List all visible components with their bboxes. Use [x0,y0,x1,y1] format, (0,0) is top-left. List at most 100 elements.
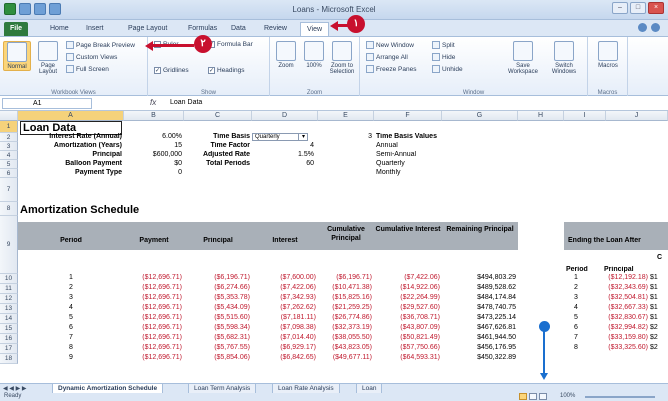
zoom-slider[interactable] [585,396,655,398]
basis-annual[interactable]: Annual [376,142,442,149]
gridlines-check[interactable]: ✓ [154,67,161,74]
amortization-cum-interest-cell[interactable]: ($22,264.99) [374,294,440,301]
amortization-interest-cell[interactable]: ($7,600.00) [252,274,316,281]
amortization-payment-cell[interactable]: ($12,696.71) [124,324,182,331]
time-basis-values-title[interactable]: Time Basis Values [376,133,466,140]
ending-period-cell[interactable]: 6 [566,324,586,331]
ending-principal-cell[interactable]: ($32,667.33) [590,304,648,311]
amortization-cum-principal-cell[interactable]: ($32,373.19) [318,324,372,331]
basis-semi-annual[interactable]: Semi-Annual [376,151,442,158]
column-header-b[interactable]: B [124,111,184,121]
normal-view-icon[interactable] [519,393,527,400]
arrange-all-button[interactable]: Arrange All [366,53,408,61]
header-period[interactable]: Period [18,237,124,244]
label-interest-rate[interactable]: Interest Rate (Annual) [18,133,122,140]
tab-insert[interactable]: Insert [80,22,110,36]
ending-period-cell[interactable]: 8 [566,344,586,351]
label-total-periods[interactable]: Total Periods [184,160,250,167]
hide-button[interactable]: Hide [432,53,455,61]
headings-check[interactable]: ✓ [208,67,215,74]
row-header-18[interactable]: 18 [0,354,18,364]
close-button[interactable]: × [648,2,664,14]
label-adjusted-rate[interactable]: Adjusted Rate [184,151,250,158]
ending-header-period[interactable]: Period [566,266,594,273]
switch-windows-button[interactable]: Switch Windows [546,41,582,75]
ending-principal-cell[interactable]: ($32,504.81) [590,294,648,301]
amortization-interest-cell[interactable]: ($7,098.38) [252,324,316,331]
column-header-j[interactable]: J [606,111,668,121]
full-screen-button[interactable]: Full Screen [66,65,109,73]
row-header-7[interactable]: 7 [0,178,18,202]
amortization-principal-cell[interactable]: ($5,854.06) [184,354,250,361]
zoom-100-button[interactable]: 100% [300,41,328,69]
ending-period-cell[interactable]: 1 [566,274,586,281]
column-header-e[interactable]: E [318,111,374,121]
amortization-cum-interest-cell[interactable]: ($43,807.09) [374,324,440,331]
amortization-cum-principal-cell[interactable]: ($38,055.50) [318,334,372,341]
select-all-corner[interactable] [0,111,18,121]
amortization-principal-cell[interactable]: ($5,598.34) [184,324,250,331]
tab-home[interactable]: Home [44,22,75,36]
row-header-6[interactable]: 6 [0,169,18,178]
row-header-9[interactable]: 9 [0,216,18,274]
zoom-level[interactable]: 100% [560,393,575,399]
split-button[interactable]: Split [432,41,455,49]
amortization-principal-cell[interactable]: ($5,353.78) [184,294,250,301]
row-header-3[interactable]: 3 [0,142,18,151]
amortization-period-cell[interactable]: 5 [18,314,124,321]
amortization-principal-cell[interactable]: ($6,274.66) [184,284,250,291]
column-header-c[interactable]: C [184,111,252,121]
ending-remaining-cell[interactable]: $1 [650,284,668,291]
amortization-payment-cell[interactable]: ($12,696.71) [124,334,182,341]
column-header-d[interactable]: D [252,111,318,121]
row-header-14[interactable]: 14 [0,314,18,324]
amortization-interest-cell[interactable]: ($7,014.40) [252,334,316,341]
page-layout-view-icon[interactable] [529,393,537,400]
tab-view[interactable]: View [300,22,330,36]
ending-period-cell[interactable]: 7 [566,334,586,341]
header-principal[interactable]: Principal [184,237,252,244]
amortization-period-cell[interactable]: 9 [18,354,124,361]
row-header-1[interactable]: 1 [0,121,18,133]
value-payment-type[interactable]: 0 [124,169,182,176]
amortization-payment-cell[interactable]: ($12,696.71) [124,294,182,301]
macros-button[interactable]: Macros [594,41,622,69]
label-balloon[interactable]: Balloon Payment [18,160,122,167]
freeze-panes-button[interactable]: Freeze Panes [366,65,416,73]
amortization-interest-cell[interactable]: ($7,422.06) [252,284,316,291]
amortization-payment-cell[interactable]: ($12,696.71) [124,274,182,281]
column-header-i[interactable]: I [564,111,606,121]
ending-period-cell[interactable]: 5 [566,314,586,321]
label-time-factor[interactable]: Time Factor [184,142,250,149]
amortization-interest-cell[interactable]: ($7,342.93) [252,294,316,301]
amortization-cum-interest-cell[interactable]: ($36,708.71) [374,314,440,321]
value-balloon[interactable]: $0 [124,160,182,167]
formula-bar-checkbox[interactable]: ✓ Formula Bar [208,41,253,48]
row-header-15[interactable]: 15 [0,324,18,334]
unhide-button[interactable]: Unhide [432,65,463,73]
header-cumulative-principal[interactable]: Cumulative Principal [318,225,374,243]
row-header-12[interactable]: 12 [0,294,18,304]
page-break-preview-button[interactable]: Page Break Preview [66,41,135,49]
amortization-cum-principal-cell[interactable]: ($6,196.71) [318,274,372,281]
tab-page-layout[interactable]: Page Layout [122,22,173,36]
amortization-remaining-cell[interactable]: $456,176.95 [442,344,516,351]
row-header-16[interactable]: 16 [0,334,18,344]
row-header-5[interactable]: 5 [0,160,18,169]
row-header-2[interactable]: 2 [0,133,18,142]
worksheet-grid[interactable]: A B C D E F G H I J 1 2 3 4 5 6 7 8 9 10… [0,111,668,383]
ending-principal-cell[interactable]: ($32,343.69) [590,284,648,291]
page-layout-view-button[interactable]: Page Layout [34,41,62,75]
ending-principal-cell[interactable]: ($33,159.80) [590,334,648,341]
label-payment-type[interactable]: Payment Type [18,169,122,176]
formula-content[interactable]: Loan Data [170,99,202,106]
tab-formulas[interactable]: Formulas [182,22,223,36]
amortization-interest-cell[interactable]: ($7,181.11) [252,314,316,321]
ending-remaining-cell[interactable]: $2 [650,334,668,341]
amortization-payment-cell[interactable]: ($12,696.71) [124,344,182,351]
ending-remaining-cell[interactable]: $2 [650,324,668,331]
value-adjusted-rate[interactable]: 1.5% [252,151,314,158]
amortization-period-cell[interactable]: 7 [18,334,124,341]
amortization-remaining-cell[interactable]: $473,225.14 [442,314,516,321]
amortization-principal-cell[interactable]: ($6,196.71) [184,274,250,281]
